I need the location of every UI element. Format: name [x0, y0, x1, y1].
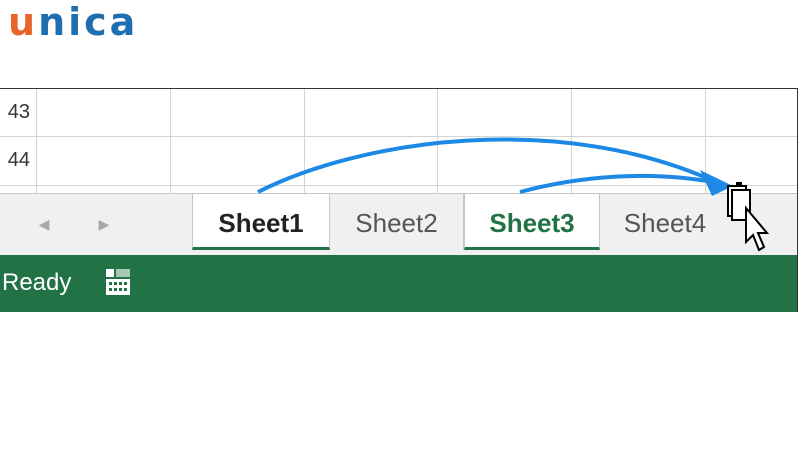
logo-text: nica	[38, 0, 139, 44]
triangle-right-icon[interactable]: ▶	[96, 216, 112, 232]
row-header-43[interactable]: 43	[0, 101, 30, 124]
sheet-tab-bar: ◀ ▶ Sheet1 Sheet2 Sheet3 Sheet4	[0, 193, 797, 256]
column-divider	[437, 89, 438, 193]
tab-sheet3[interactable]: Sheet3	[464, 194, 600, 250]
row-divider	[0, 136, 797, 137]
column-divider	[705, 89, 706, 193]
tab-sheet1[interactable]: Sheet1	[192, 194, 330, 250]
logo-letter-u: u	[8, 0, 39, 44]
tab-sheet2[interactable]: Sheet2	[330, 194, 464, 250]
row-header-44[interactable]: 44	[0, 149, 30, 172]
drag-copy-cursor-icon	[727, 182, 770, 252]
row-divider	[0, 185, 797, 186]
status-ready-text: Ready	[2, 269, 72, 296]
status-bar: Ready	[0, 255, 797, 312]
column-divider	[571, 89, 572, 193]
tab-sheet4[interactable]: Sheet4	[600, 194, 730, 250]
column-divider	[304, 89, 305, 193]
unica-logo: unica	[8, 2, 138, 42]
column-divider	[36, 89, 37, 193]
triangle-left-icon[interactable]: ◀	[36, 216, 52, 232]
worksheet-grid: 43 44	[0, 89, 797, 193]
page-layout-icon[interactable]	[104, 267, 132, 297]
column-divider	[170, 89, 171, 193]
excel-window: 43 44 ◀ ▶ Sheet1 Sheet2 Sheet3 Sheet4 Re…	[0, 88, 798, 312]
